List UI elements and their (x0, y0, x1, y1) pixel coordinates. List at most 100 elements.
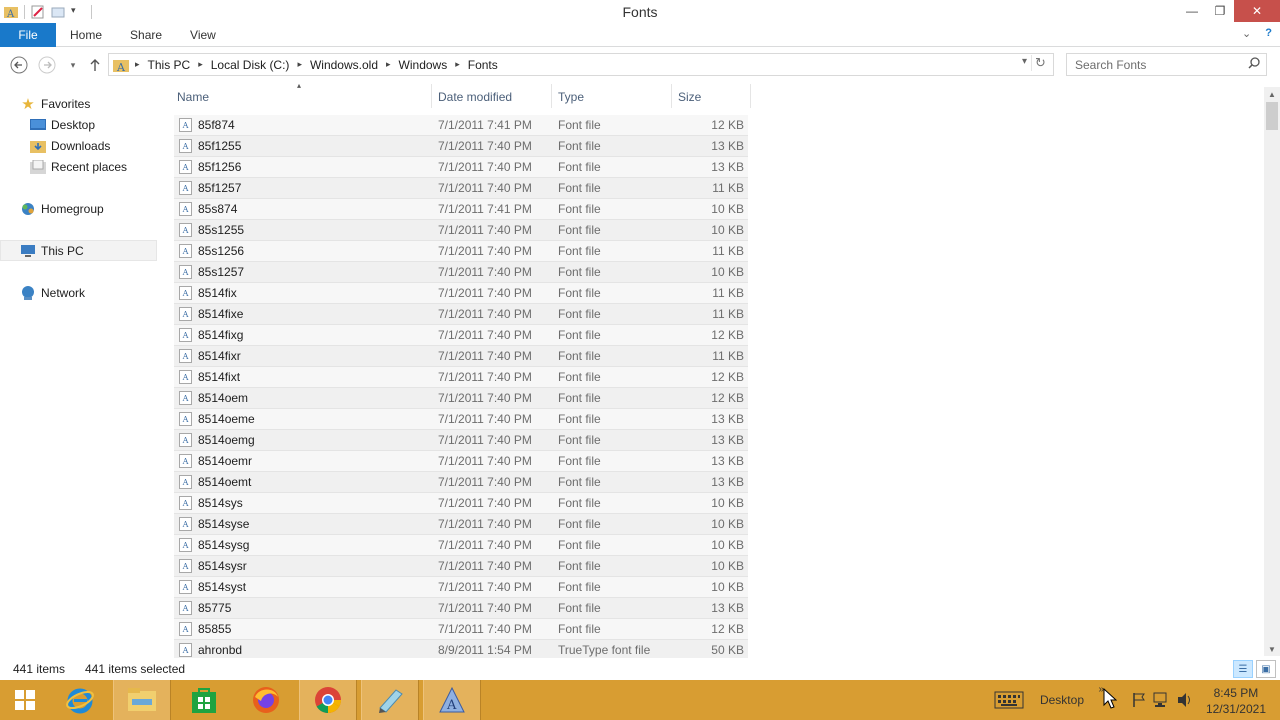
file-row[interactable]: A 85s1256 7/1/2011 7:40 PM Font file 11 KB (174, 241, 748, 262)
file-row[interactable]: A 85775 7/1/2011 7:40 PM Font file 13 KB (174, 598, 748, 619)
help-icon[interactable]: ? (1265, 27, 1272, 40)
address-history-dropdown[interactable]: ▾ (1022, 56, 1027, 67)
breadcrumb-windows-old[interactable]: Windows.old (310, 58, 378, 72)
file-row[interactable]: A 85s1255 7/1/2011 7:40 PM Font file 10 KB (174, 220, 748, 241)
file-row[interactable]: A 8514fixr 7/1/2011 7:40 PM Font file 11 KB (174, 346, 748, 367)
column-header-name[interactable]: Name (177, 90, 209, 104)
tab-share[interactable]: Share (116, 23, 176, 47)
file-row[interactable]: A 8514sysr 7/1/2011 7:40 PM Font file 10 KB (174, 556, 748, 577)
tab-home[interactable]: Home (56, 23, 116, 47)
nav-homegroup[interactable]: Homegroup (20, 198, 104, 219)
file-row[interactable]: A 85f1255 7/1/2011 7:40 PM Font file 13 KB (174, 136, 748, 157)
column-divider[interactable] (671, 84, 672, 108)
scroll-up-icon[interactable]: ▲ (1264, 87, 1280, 101)
file-row[interactable]: A 8514syse 7/1/2011 7:40 PM Font file 10 KB (174, 514, 748, 535)
minimize-button[interactable]: — (1178, 0, 1206, 22)
close-button[interactable]: ✕ (1234, 0, 1280, 22)
vertical-scrollbar[interactable]: ▲ ▼ (1264, 87, 1280, 656)
tab-view[interactable]: View (176, 23, 230, 47)
font-file-icon: A (179, 307, 192, 321)
breadcrumb-local-disk[interactable]: Local Disk (C:) (211, 58, 290, 72)
search-input[interactable]: Search Fonts (1066, 53, 1267, 76)
nav-downloads[interactable]: Downloads (30, 135, 110, 156)
taskbar-notepad[interactable] (361, 680, 419, 720)
details-view-button[interactable]: ☰ (1233, 660, 1253, 678)
details-view-icon: ☰ (1238, 663, 1248, 675)
file-name: 8514fixt (198, 370, 241, 384)
font-file-icon: A (179, 601, 192, 615)
taskbar-firefox[interactable] (237, 680, 295, 720)
breadcrumb-separator[interactable]: ▸ (455, 59, 460, 70)
taskbar-chrome[interactable] (299, 680, 357, 720)
file-name: 8514oemt (198, 475, 252, 489)
up-button[interactable] (85, 55, 105, 75)
desktop-toolbar-label[interactable]: Desktop (1040, 693, 1084, 707)
file-date-modified: 7/1/2011 7:40 PM (438, 580, 532, 594)
file-row[interactable]: A 8514sysg 7/1/2011 7:40 PM Font file 10 KB (174, 535, 748, 556)
tab-file[interactable]: File (0, 22, 56, 47)
scroll-down-icon[interactable]: ▼ (1264, 642, 1280, 656)
file-row[interactable]: A 85f874 7/1/2011 7:41 PM Font file 12 KB (174, 115, 748, 136)
nav-this-pc[interactable]: This PC (0, 240, 157, 261)
nav-desktop[interactable]: Desktop (30, 114, 95, 135)
file-row[interactable]: A 8514oemr 7/1/2011 7:40 PM Font file 13 KB (174, 451, 748, 472)
file-row[interactable]: A 8514fixe 7/1/2011 7:40 PM Font file 11 KB (174, 304, 748, 325)
taskbar-store[interactable] (175, 680, 233, 720)
nav-network[interactable]: Network (20, 282, 85, 303)
file-row[interactable]: A 8514oemt 7/1/2011 7:40 PM Font file 13 KB (174, 472, 748, 493)
restore-button[interactable]: ❐ (1206, 0, 1234, 22)
file-row[interactable]: A 8514oemg 7/1/2011 7:40 PM Font file 13 KB (174, 430, 748, 451)
system-clock[interactable]: 8:45 PM 12/31/2021 (1206, 685, 1266, 717)
breadcrumb-separator[interactable]: ▸ (135, 59, 140, 70)
address-bar[interactable]: A ▸ This PC ▸ Local Disk (C:) ▸ Windows.… (108, 53, 1054, 76)
start-button[interactable] (0, 680, 50, 720)
forward-button[interactable] (37, 55, 57, 75)
breadcrumb-separator[interactable]: ▸ (386, 59, 391, 70)
column-header-type[interactable]: Type (558, 90, 584, 104)
file-row[interactable]: A 85s874 7/1/2011 7:41 PM Font file 10 KB (174, 199, 748, 220)
file-name: 85s1257 (198, 265, 245, 279)
breadcrumb-fonts[interactable]: Fonts (468, 58, 498, 72)
column-divider[interactable] (551, 84, 552, 108)
breadcrumb-separator[interactable]: ▸ (297, 59, 302, 70)
file-row[interactable]: A 8514fixt 7/1/2011 7:40 PM Font file 12 KB (174, 367, 748, 388)
touch-keyboard-icon[interactable] (994, 691, 1024, 712)
file-row[interactable]: A 8514syst 7/1/2011 7:40 PM Font file 10 KB (174, 577, 748, 598)
column-divider[interactable] (431, 84, 432, 108)
file-row[interactable]: A 85s1257 7/1/2011 7:40 PM Font file 10 KB (174, 262, 748, 283)
search-icon[interactable] (1248, 57, 1260, 72)
file-row[interactable]: A 8514oem 7/1/2011 7:40 PM Font file 12 KB (174, 388, 748, 409)
column-divider[interactable] (750, 84, 751, 108)
restore-icon: ❐ (1214, 4, 1226, 18)
back-button[interactable] (9, 55, 29, 75)
column-header-size[interactable]: Size (678, 90, 701, 104)
large-icons-view-button[interactable]: ▣ (1256, 660, 1276, 678)
file-row[interactable]: A 85855 7/1/2011 7:40 PM Font file 12 KB (174, 619, 748, 640)
network-status-icon[interactable] (1152, 691, 1170, 712)
recent-locations-button[interactable]: ▾ (63, 55, 83, 75)
taskbar-internet-explorer[interactable] (51, 680, 109, 720)
file-row[interactable]: A 85f1257 7/1/2011 7:40 PM Font file 11 KB (174, 178, 748, 199)
nav-favorites[interactable]: ★ Favorites (20, 93, 90, 114)
breadcrumb-separator[interactable]: ▸ (198, 59, 203, 70)
file-row[interactable]: A 8514fixg 7/1/2011 7:40 PM Font file 12 KB (174, 325, 748, 346)
file-type: TrueType font file (558, 643, 651, 657)
breadcrumb-windows[interactable]: Windows (399, 58, 448, 72)
column-header-date-modified[interactable]: Date modified (438, 90, 512, 104)
file-row[interactable]: A 8514fix 7/1/2011 7:40 PM Font file 11 KB (174, 283, 748, 304)
action-center-flag-icon[interactable] (1131, 692, 1147, 711)
status-bar: 441 items 441 items selected ☰ ▣ (0, 658, 1280, 680)
file-size: 10 KB (711, 580, 744, 594)
taskbar-file-explorer[interactable] (113, 680, 171, 720)
refresh-icon[interactable]: ↻ (1031, 55, 1049, 71)
scrollbar-thumb[interactable] (1266, 102, 1278, 130)
taskbar-font-viewer[interactable]: A (423, 680, 481, 720)
file-row[interactable]: A 8514sys 7/1/2011 7:40 PM Font file 10 KB (174, 493, 748, 514)
column-headers: ▴ Name Date modified Type Size (172, 81, 752, 111)
file-row[interactable]: A 8514oeme 7/1/2011 7:40 PM Font file 13 KB (174, 409, 748, 430)
file-row[interactable]: A 85f1256 7/1/2011 7:40 PM Font file 13 KB (174, 157, 748, 178)
volume-icon[interactable] (1176, 691, 1194, 712)
expand-ribbon-icon[interactable]: ⌄ (1242, 27, 1251, 40)
breadcrumb-this-pc[interactable]: This PC (148, 58, 191, 72)
nav-recent-places[interactable]: Recent places (30, 156, 127, 177)
